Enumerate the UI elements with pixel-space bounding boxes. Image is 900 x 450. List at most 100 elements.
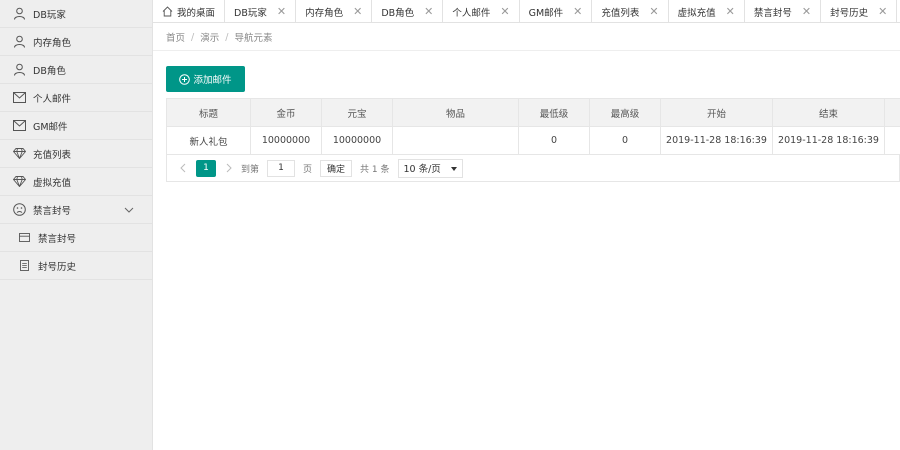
sidebar-item-label: GM邮件 bbox=[33, 121, 68, 133]
table-cell: 10000000 bbox=[250, 126, 322, 155]
tab-label: 内存角色 bbox=[305, 7, 344, 19]
tab-db-role[interactable]: DB角色 ✕ bbox=[372, 0, 444, 22]
breadcrumb-current: 导航元素 bbox=[234, 33, 273, 44]
column-header[interactable]: 结束 bbox=[772, 98, 885, 127]
column-header[interactable]: 最高级 bbox=[589, 98, 661, 127]
sidebar-item-ban[interactable]: 禁言封号 bbox=[0, 196, 152, 224]
breadcrumb: 首页 / 演示 / 导航元素 bbox=[166, 30, 273, 45]
sidebar-item-label: DB玩家 bbox=[33, 9, 66, 21]
sidebar-item-label: 个人邮件 bbox=[33, 93, 72, 105]
goto-label: 到第 bbox=[241, 164, 260, 175]
plus-circle-icon bbox=[179, 73, 191, 85]
caret-down-icon bbox=[450, 163, 457, 174]
table-cell bbox=[392, 126, 519, 155]
close-icon[interactable]: ✕ bbox=[878, 6, 887, 17]
table-cell: 0 bbox=[518, 126, 590, 155]
page-size-select[interactable]: 10 条/页 bbox=[397, 158, 463, 178]
close-icon[interactable]: ✕ bbox=[424, 6, 433, 17]
tab-label: DB角色 bbox=[381, 7, 415, 19]
table-cell: 10000000 bbox=[321, 126, 393, 155]
sidebar-item-virtual-recharge[interactable]: 虚拟充值 bbox=[0, 168, 152, 196]
column-header[interactable]: 物品 bbox=[392, 98, 519, 127]
breadcrumb-demo[interactable]: 演示 bbox=[200, 30, 219, 44]
close-icon[interactable]: ✕ bbox=[726, 6, 735, 17]
tab-memory-role[interactable]: 内存角色 ✕ bbox=[296, 0, 373, 22]
sidebar-item-memory-role[interactable]: 内存角色 bbox=[0, 28, 152, 56]
sidebar-subitem-label: 禁言封号 bbox=[38, 233, 77, 245]
user-icon bbox=[12, 63, 26, 77]
sidebar-item-label: 内存角色 bbox=[33, 37, 72, 49]
close-icon[interactable]: ✕ bbox=[277, 6, 286, 17]
tab-recharge-list[interactable]: 充值列表 ✕ bbox=[592, 0, 669, 22]
goto-page-input[interactable] bbox=[267, 159, 296, 177]
next-page-icon[interactable] bbox=[221, 160, 237, 176]
chevron-down-icon[interactable] bbox=[124, 205, 134, 215]
tab-label: 我的桌面 bbox=[177, 7, 216, 19]
table-cell: 2019-11-28 18:16:39 bbox=[772, 126, 885, 155]
close-icon[interactable]: ✕ bbox=[649, 6, 658, 17]
diamond-icon bbox=[12, 175, 26, 189]
tab-bar: 我的桌面 DB玩家 ✕ 内存角色 ✕ DB角色 ✕ 个人邮件 ✕ GM邮件 ✕ … bbox=[153, 0, 900, 23]
tab-label: DB玩家 bbox=[234, 7, 267, 19]
tab-personal-mail[interactable]: 个人邮件 ✕ bbox=[443, 0, 520, 22]
page-number-current[interactable]: 1 bbox=[196, 159, 216, 177]
column-header[interactable]: 标题 bbox=[166, 98, 251, 127]
column-header[interactable]: 最低级 bbox=[518, 98, 590, 127]
column-header[interactable]: 开始 bbox=[660, 98, 773, 127]
document-icon bbox=[18, 260, 30, 272]
tab-label: 虚拟充值 bbox=[677, 7, 716, 19]
close-icon[interactable]: ✕ bbox=[353, 6, 362, 17]
tab-ban[interactable]: 禁言封号 ✕ bbox=[745, 0, 822, 22]
tab-label: 个人邮件 bbox=[452, 7, 491, 19]
tab-db-player[interactable]: DB玩家 ✕ bbox=[225, 0, 297, 22]
table-cell: 2019-11-28 18:16:39 bbox=[660, 126, 773, 155]
close-icon[interactable]: ✕ bbox=[500, 6, 509, 17]
column-header[interactable]: 元宝 bbox=[321, 98, 393, 127]
sidebar-item-personal-mail[interactable]: 个人邮件 bbox=[0, 84, 152, 112]
tab-ban-history[interactable]: 封号历史 ✕ bbox=[821, 0, 898, 22]
sidebar-item-db-player[interactable]: DB玩家 bbox=[0, 0, 152, 28]
tab-label: 禁言封号 bbox=[753, 7, 792, 19]
column-header[interactable]: 金币 bbox=[250, 98, 322, 127]
tab-label: 封号历史 bbox=[830, 7, 869, 19]
sidebar-subitem-label: 封号历史 bbox=[38, 261, 77, 273]
tab-virtual-recharge[interactable]: 虚拟充值 ✕ bbox=[669, 0, 745, 22]
page-size-value: 10 条/页 bbox=[403, 164, 441, 175]
breadcrumb-home[interactable]: 首页 bbox=[166, 30, 185, 44]
tab-gm-mail[interactable]: GM邮件 ✕ bbox=[519, 0, 593, 22]
table-cell: 新人礼包 bbox=[166, 126, 251, 155]
sad-face-icon bbox=[12, 203, 26, 217]
sidebar-item-gm-mail[interactable]: GM邮件 bbox=[0, 112, 152, 140]
divider bbox=[153, 50, 900, 51]
tab-label: 充值列表 bbox=[601, 7, 640, 19]
tab-desktop[interactable]: 我的桌面 bbox=[153, 0, 226, 22]
sidebar-item-label: 禁言封号 bbox=[33, 205, 72, 217]
breadcrumb-separator: / bbox=[225, 31, 229, 43]
mail-table-wrap: 标题 金币 元宝 物品 最低级 最高级 开始 结束 新人礼包 10000000 … bbox=[166, 98, 900, 155]
user-icon bbox=[12, 7, 26, 21]
add-mail-button[interactable]: 添加邮件 bbox=[166, 66, 245, 92]
sidebar-item-recharge-list[interactable]: 充值列表 bbox=[0, 140, 152, 168]
table-cell bbox=[884, 126, 900, 155]
table-row[interactable]: 新人礼包 10000000 10000000 0 0 2019-11-28 18… bbox=[166, 126, 900, 155]
close-icon[interactable]: ✕ bbox=[802, 6, 811, 17]
sidebar-item-label: 虚拟充值 bbox=[33, 177, 72, 189]
prev-page-icon[interactable] bbox=[175, 160, 191, 176]
diamond-icon bbox=[12, 147, 26, 161]
confirm-button[interactable]: 确定 bbox=[320, 159, 353, 177]
pagination: 1 到第 页 确定 共 1 条 10 条/页 bbox=[166, 155, 900, 182]
sidebar-item-label: DB角色 bbox=[33, 65, 66, 77]
breadcrumb-separator: / bbox=[191, 31, 195, 43]
column-header[interactable] bbox=[884, 98, 900, 127]
sidebar-subitem-ban-history[interactable]: 封号历史 bbox=[0, 252, 152, 280]
mail-icon bbox=[12, 119, 26, 133]
add-mail-label: 添加邮件 bbox=[193, 75, 232, 86]
mail-icon bbox=[12, 91, 26, 105]
table-cell: 0 bbox=[589, 126, 661, 155]
home-icon bbox=[162, 6, 173, 17]
sidebar-subitem-ban[interactable]: 禁言封号 bbox=[0, 224, 152, 252]
total-count: 共 1 条 bbox=[360, 164, 390, 175]
page-unit-label: 页 bbox=[303, 164, 313, 175]
sidebar-item-db-role[interactable]: DB角色 bbox=[0, 56, 152, 84]
close-icon[interactable]: ✕ bbox=[573, 6, 582, 17]
